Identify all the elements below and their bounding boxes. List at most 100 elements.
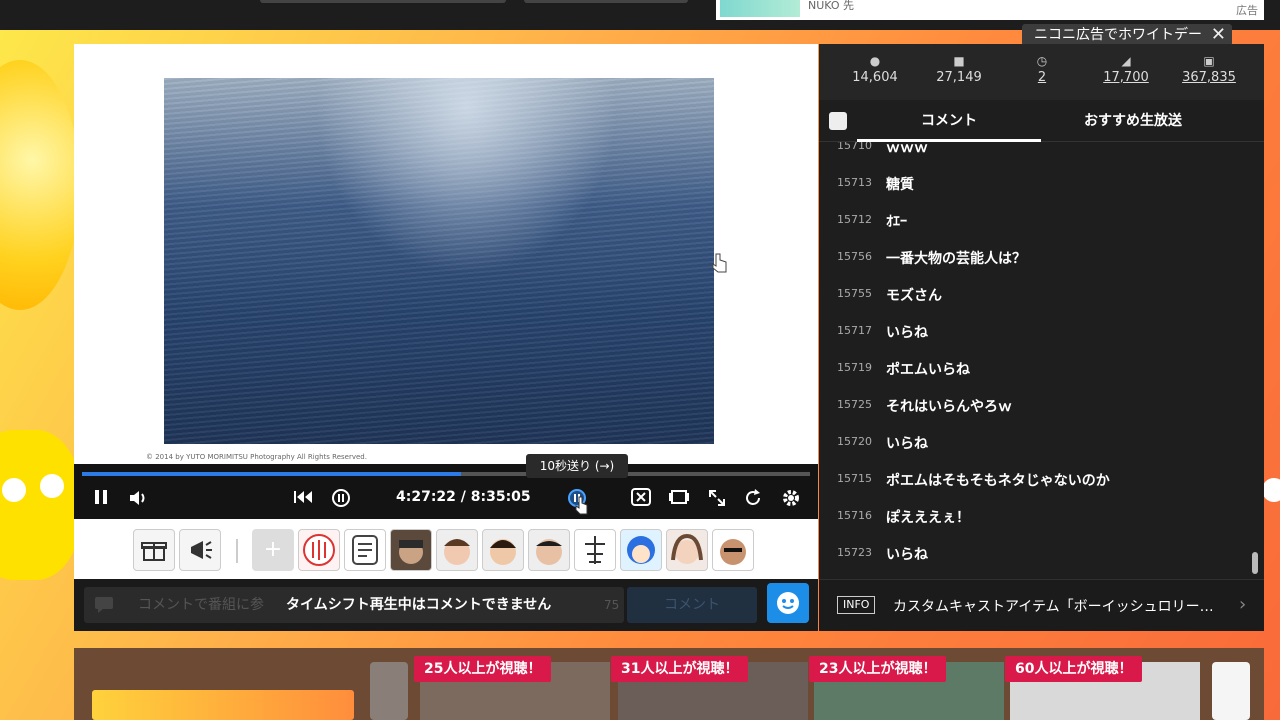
card-stub[interactable] [1212,662,1250,720]
volume-icon[interactable] [126,488,152,508]
decor-blob [0,60,80,310]
seek-bar[interactable] [82,472,810,476]
card-stub[interactable] [370,662,408,720]
comment-settings-icon[interactable] [829,112,847,130]
viewer-badge: 60人以上が視聴！ [1005,656,1143,682]
cursor-hand-icon [712,253,727,273]
ad-banner[interactable]: NUKO 先 広告 [716,0,1264,20]
megaphone-icon: ◢ [1121,54,1131,68]
video-frame[interactable] [164,78,714,444]
gifts-stat[interactable]: ▣ 367,835 [1169,54,1249,85]
promo-text: ニコニ広告でホワイトデー [1034,27,1202,43]
comment-text: いらね [886,325,928,341]
time-display: 4:27:22 / 8:35:05 [396,489,531,505]
stamp-item[interactable] [298,529,340,571]
avatar[interactable] [390,529,432,571]
scrollbar-thumb[interactable] [1252,552,1258,574]
decor-dot [1262,478,1280,502]
comment-row-item[interactable]: 15720 いらね [819,424,1249,461]
comment-row-item[interactable]: 15756 一番大物の芸能人は？ [819,239,1249,276]
seek-progress [82,472,461,476]
comment-text: モズさん [886,288,942,304]
reload-icon[interactable] [740,488,766,508]
comment-number: 15716 [837,509,872,522]
comment-row-item[interactable]: 15723 いらね [819,535,1249,572]
comment-icon: ■ [953,54,965,68]
comment-send-button[interactable]: コメント [627,587,757,623]
comment-row-item[interactable]: 15725 それはいらんやろｗ [819,387,1249,424]
comment-row-item[interactable]: 15719 ポエムいらね [819,350,1249,387]
tab-bar: コメント おすすめ生放送 [819,100,1264,142]
ad-text: NUKO 先 [808,0,855,12]
comment-text: ポエムいらね [886,362,970,378]
comments-stat: ■ 27,149 [919,54,999,85]
emoji-button[interactable] [767,583,809,623]
tab-recommend[interactable]: おすすめ生放送 [1041,100,1225,142]
comment-row-item[interactable]: 15717 いらね [819,313,1249,350]
comment-row-item[interactable]: 15713 糖質 [819,165,1249,202]
comment-row: コメントで番組に参 タイムシフト再生中はコメントできません 75 コメント [74,579,818,631]
control-bar: 10秒送り (→) 4:27:22 / 8:35:05 [74,454,818,519]
recommend-strip: 25人以上が視聴！ 31人以上が視聴！ 23人以上が視聴！ 60人以上が視聴！ [74,648,1264,720]
chevron-right-icon[interactable]: › [1239,594,1246,615]
comment-text: いらね [886,547,928,563]
avatar[interactable] [666,529,708,571]
megaphone-icon[interactable] [179,529,221,571]
comment-row-item[interactable]: 15716 ぽえええぇ！ [819,498,1249,535]
tab-comment[interactable]: コメント [857,100,1041,142]
cursor-hand-icon [575,496,588,515]
comment-disabled-message: タイムシフト再生中はコメントできません [286,597,552,613]
gift-icon[interactable] [133,529,175,571]
fullscreen-icon[interactable] [704,488,730,508]
event-banner[interactable] [92,690,354,720]
timeshift-stat[interactable]: ◷ 2 [1002,54,1082,85]
gifts-count: 367,835 [1182,70,1236,85]
comment-row-item[interactable]: 15755 モズさん [819,276,1249,313]
top-search-field[interactable] [260,0,506,3]
comment-row-item[interactable]: 15710 ｗｗｗ [819,142,1249,165]
decor-dot [40,474,64,498]
pause-button[interactable] [88,488,114,508]
comment-row-item[interactable]: 15715 ポエムはそもそもネタじゃないのか [819,461,1249,498]
theater-mode-button[interactable] [666,488,692,508]
avatar[interactable] [482,529,524,571]
scrollbar[interactable] [1252,144,1258,574]
viewer-badge: 25人以上が視聴！ [414,656,552,682]
side-panel: ● 14,604 ■ 27,149 ◷ 2 ◢ 17,700 ▣ 367,835… [819,44,1264,631]
decor-blob [0,430,80,580]
comment-list[interactable]: 15710 ｗｗｗ 15713 糖質 15712 ｵｴｰ 15756 一番大物の芸能人は？ 15… [819,142,1249,577]
avatar[interactable] [712,529,754,571]
comment-row-item[interactable]: 15712 ｵｴｰ [819,202,1249,239]
sticker-item[interactable] [574,529,616,571]
close-icon[interactable]: ✕ [1211,24,1226,46]
gear-icon[interactable] [778,488,804,508]
comment-off-button[interactable] [628,488,654,508]
info-text: カスタムキャストアイテム「ボーイッシュロリー… [893,599,1214,615]
comments-count: 27,149 [936,70,982,85]
comment-icon [95,597,113,613]
rewind-10-button[interactable] [328,488,354,508]
avatar[interactable] [620,529,662,571]
comment-text: ぽえええぇ！ [886,510,970,526]
comment-text: ｵｴｰ [886,214,907,230]
gift-row: + [74,519,818,579]
info-bar[interactable]: INFO カスタムキャストアイテム「ボーイッシュロリー… › [819,579,1264,631]
avatar[interactable] [528,529,570,571]
comment-text: ポエムはそもそもネタじゃないのか [886,473,1110,489]
comment-number: 15755 [837,287,872,300]
add-item-button[interactable]: + [252,529,294,571]
timeshift-count: 2 [1037,70,1047,85]
sticker-item[interactable] [344,529,386,571]
skip-to-start-button[interactable] [290,488,316,508]
info-badge: INFO [837,596,876,614]
promo-chip[interactable]: ニコニ広告でホワイトデー ✕ [1022,24,1232,46]
comment-number: 15719 [837,361,872,374]
avatar[interactable] [436,529,478,571]
comment-number: 15720 [837,435,872,448]
ad-thumbnail [720,0,800,17]
photo-credit: © 2014 by YUTO MORIMITSU Photography All… [146,453,367,461]
comment-text: いらね [886,436,928,452]
top-field-2[interactable] [524,0,688,3]
ads-stat[interactable]: ◢ 17,700 [1086,54,1166,85]
comment-number: 15725 [837,398,872,411]
